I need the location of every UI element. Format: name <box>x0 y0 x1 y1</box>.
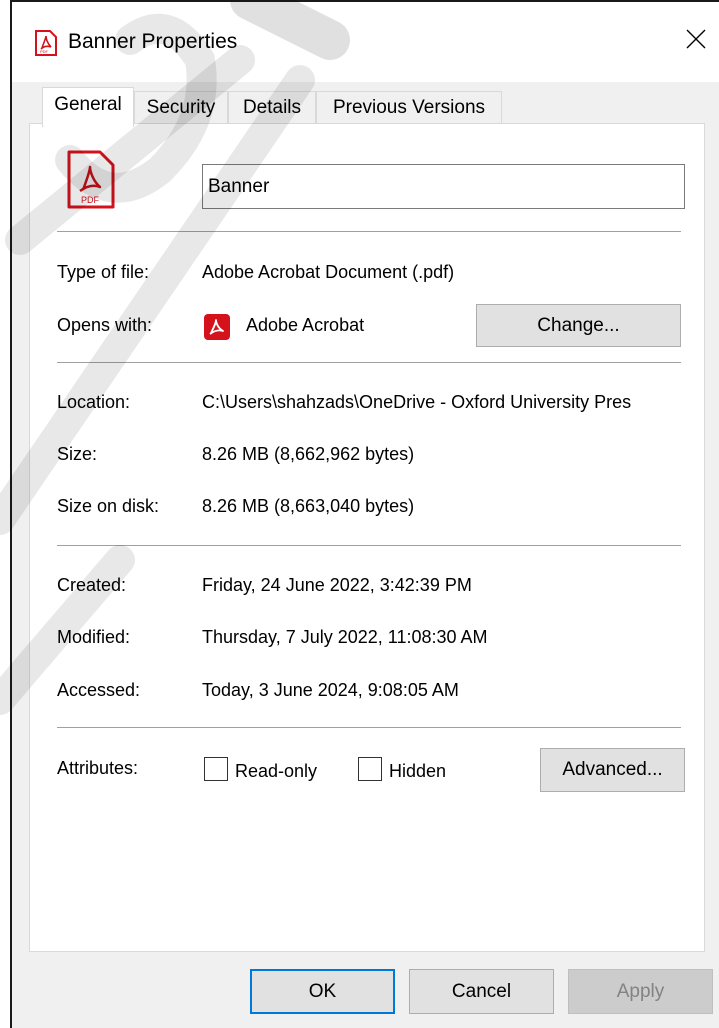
size-label: Size: <box>57 444 98 464</box>
ok-button-label: OK <box>308 980 337 1002</box>
advanced-button[interactable]: Advanced... <box>540 748 685 792</box>
advanced-button-label: Advanced... <box>562 759 663 780</box>
read-only-label[interactable]: Read-only <box>235 761 317 782</box>
window-title: Banner Properties <box>68 30 238 53</box>
modified-value: Thursday, 7 July 2022, 11:08:30 AM <box>202 627 488 647</box>
pdf-icon-label: PDF <box>81 195 100 205</box>
divider <box>57 362 681 363</box>
tab-previous-versions[interactable]: Previous Versions <box>316 91 502 125</box>
close-button[interactable] <box>673 18 719 64</box>
location-label: Location: <box>57 392 131 412</box>
type-of-file-value: Adobe Acrobat Document (.pdf) <box>202 262 455 282</box>
divider <box>57 727 681 728</box>
type-of-file-label: Type of file: <box>57 262 150 282</box>
created-value: Friday, 24 June 2022, 3:42:39 PM <box>202 575 472 595</box>
accessed-value: Today, 3 June 2024, 9:08:05 AM <box>202 680 459 700</box>
size-on-disk-label: Size on disk: <box>57 496 160 516</box>
general-tab-panel: PDF Type of file: Adobe Acrobat Document… <box>29 123 705 952</box>
opens-with-label: Opens with: <box>57 315 153 335</box>
size-value: 8.26 MB (8,662,962 bytes) <box>202 444 415 464</box>
tab-general[interactable]: General <box>42 87 134 127</box>
apply-button[interactable]: Apply <box>568 969 713 1014</box>
apply-button-label: Apply <box>616 980 665 1002</box>
hidden-checkbox[interactable] <box>358 757 382 781</box>
tab-security[interactable]: Security <box>134 91 228 125</box>
close-icon <box>686 29 706 54</box>
file-name-input[interactable] <box>202 164 685 209</box>
pdf-document-icon: PDF <box>66 150 116 210</box>
divider <box>57 231 681 232</box>
location-value: C:\Users\shahzads\OneDrive - Oxford Univ… <box>202 392 632 412</box>
properties-dialog: PDF Banner Properties General Security D… <box>10 0 719 1028</box>
tab-details-label: Details <box>242 97 302 118</box>
divider <box>57 545 681 546</box>
accessed-label: Accessed: <box>57 680 141 700</box>
opens-with-value: Adobe Acrobat <box>246 315 365 335</box>
read-only-checkbox[interactable] <box>204 757 228 781</box>
change-button-label: Change... <box>537 314 620 336</box>
cancel-button-label: Cancel <box>451 980 512 1002</box>
modified-label: Modified: <box>57 627 131 647</box>
pdf-file-icon: PDF <box>34 30 58 56</box>
tab-details[interactable]: Details <box>228 91 316 125</box>
attributes-label: Attributes: <box>57 758 139 778</box>
acrobat-app-icon <box>204 314 230 340</box>
size-on-disk-value: 8.26 MB (8,663,040 bytes) <box>202 496 415 516</box>
ok-button[interactable]: OK <box>250 969 395 1014</box>
cancel-button[interactable]: Cancel <box>409 969 554 1014</box>
tab-general-label: General <box>54 94 122 115</box>
hidden-label[interactable]: Hidden <box>389 761 446 782</box>
tab-security-label: Security <box>146 97 216 118</box>
title-bar: PDF Banner Properties <box>12 2 719 82</box>
tab-previous-versions-label: Previous Versions <box>332 97 486 118</box>
created-label: Created: <box>57 575 127 595</box>
svg-text:PDF: PDF <box>40 49 49 54</box>
change-button[interactable]: Change... <box>476 304 681 347</box>
